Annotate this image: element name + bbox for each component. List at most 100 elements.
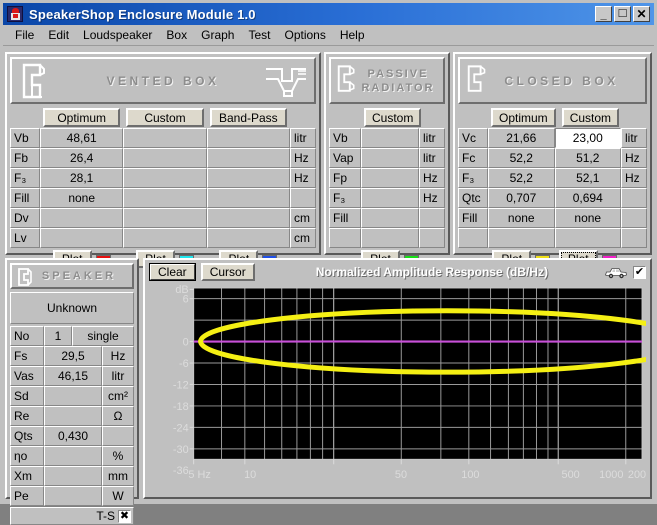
passive-fill-custom[interactable] [361, 208, 419, 228]
graph-toolbar: Clear Cursor Normalized Amplitude Respon… [145, 260, 650, 282]
vented-f3-bandpass[interactable] [207, 168, 290, 188]
table-row: Xm mm [10, 466, 134, 486]
car-mode-checkbox[interactable] [633, 266, 646, 279]
closed-fill-custom[interactable]: none [555, 208, 622, 228]
speaker-value-re[interactable] [44, 406, 102, 426]
speaker-value-xm[interactable] [44, 466, 102, 486]
closed-empty-optimum[interactable] [488, 228, 555, 248]
vented-fb-bandpass[interactable] [207, 148, 290, 168]
vented-box-icon [18, 63, 56, 101]
clear-button[interactable]: Clear [149, 263, 196, 281]
car-icon[interactable] [604, 266, 628, 279]
menu-item-graph[interactable]: Graph [194, 26, 241, 44]
passive-custom-button[interactable]: Custom [364, 108, 421, 127]
menu-item-edit[interactable]: Edit [41, 26, 76, 44]
vented-dv-optimum[interactable] [40, 208, 123, 228]
vented-f3-custom[interactable] [123, 168, 206, 188]
cursor-button[interactable]: Cursor [201, 263, 255, 281]
menu-item-file[interactable]: File [8, 26, 41, 44]
closed-custom-button[interactable]: Custom [562, 108, 619, 127]
vented-fill-optimum[interactable]: none [40, 188, 123, 208]
table-row [458, 228, 647, 248]
speaker-value-pe[interactable] [44, 486, 102, 506]
closed-fill-optimum[interactable]: none [488, 208, 555, 228]
closed-f3-optimum[interactable]: 52,2 [488, 168, 555, 188]
bandpass-schematic-icon [264, 65, 308, 99]
vented-optimum-button[interactable]: Optimum [43, 108, 120, 127]
svg-text:-6: -6 [179, 358, 189, 370]
table-row: F₃ 52,2 52,1 Hz [458, 168, 647, 188]
menu-item-help[interactable]: Help [333, 26, 372, 44]
speaker-value-fs[interactable]: 29,5 [44, 346, 102, 366]
vented-custom-button[interactable]: Custom [126, 108, 203, 127]
menu-item-test[interactable]: Test [241, 26, 277, 44]
speaker-name[interactable]: Unknown [10, 292, 134, 324]
closed-fc-optimum[interactable]: 52,2 [488, 148, 555, 168]
speaker-value-sd[interactable] [44, 386, 102, 406]
minimize-button[interactable]: _ [595, 6, 612, 22]
passive-f3-custom[interactable] [361, 188, 419, 208]
svg-text:2000: 2000 [628, 469, 646, 481]
vented-lv-optimum[interactable] [40, 228, 123, 248]
vented-vb-optimum[interactable]: 48,61 [40, 128, 123, 148]
enclosure-panels-row: VENTED BOX Optimum Custom Band-Pass [5, 52, 652, 255]
vented-lv-bandpass[interactable] [207, 228, 290, 248]
closed-f3-unit: Hz [621, 168, 647, 188]
vented-box-header: VENTED BOX [10, 57, 316, 104]
graph-plot-area[interactable]: dB 6 0 -6 -12 -18 -24 -30 -36 [149, 284, 646, 494]
ts-checkbox[interactable] [118, 510, 131, 523]
passive-empty-custom[interactable] [361, 228, 419, 248]
speaker-value-qts[interactable]: 0,430 [44, 426, 102, 446]
closed-optimum-button[interactable]: Optimum [491, 108, 556, 127]
menu-bar: File Edit Loudspeaker Box Graph Test Opt… [3, 25, 654, 46]
passive-row-label-f3: F₃ [329, 188, 361, 208]
speaker-unit-vas: litr [102, 366, 134, 386]
passive-f3-unit: Hz [419, 188, 445, 208]
table-row: Fc 52,2 51,2 Hz [458, 148, 647, 168]
closed-row-label-f3: F₃ [458, 168, 488, 188]
title-bar: SpeakerShop Enclosure Module 1.0 _ □ ✕ [3, 3, 654, 25]
window-title: SpeakerShop Enclosure Module 1.0 [27, 7, 595, 22]
table-row: F₃ 28,1 Hz [10, 168, 316, 188]
vented-fb-custom[interactable] [123, 148, 206, 168]
vented-fill-custom[interactable] [123, 188, 206, 208]
svg-text:6: 6 [183, 294, 189, 306]
vented-f3-optimum[interactable]: 28,1 [40, 168, 123, 188]
vented-vb-custom[interactable] [123, 128, 206, 148]
passive-radiator-icon [334, 64, 364, 94]
table-row: F₃ Hz [329, 188, 445, 208]
closed-qtc-custom[interactable]: 0,694 [555, 188, 622, 208]
speaker-config-value[interactable]: single [72, 326, 134, 346]
closed-vc-optimum[interactable]: 21,66 [488, 128, 555, 148]
speaker-no-value[interactable]: 1 [44, 326, 72, 346]
closed-f3-custom[interactable]: 52,1 [555, 168, 622, 188]
vented-bandpass-button[interactable]: Band-Pass [210, 108, 287, 127]
menu-item-options[interactable]: Options [277, 26, 332, 44]
closed-row-label-fill: Fill [458, 208, 488, 228]
closed-empty-custom[interactable] [555, 228, 622, 248]
passive-fp-custom[interactable] [361, 168, 419, 188]
closed-fc-custom[interactable]: 51,2 [555, 148, 622, 168]
passive-vb-custom[interactable] [361, 128, 419, 148]
response-chart[interactable]: dB 6 0 -6 -12 -18 -24 -30 -36 [149, 284, 646, 494]
table-row: Fs 29,5 Hz [10, 346, 134, 366]
closed-vc-custom-input[interactable]: 23,00 [555, 128, 622, 148]
maximize-button[interactable]: □ [614, 6, 631, 22]
passive-vap-custom[interactable] [361, 148, 419, 168]
vented-dv-custom[interactable] [123, 208, 206, 228]
table-row: Lv cm [10, 228, 316, 248]
vented-fb-optimum[interactable]: 26,4 [40, 148, 123, 168]
closed-qtc-optimum[interactable]: 0,707 [488, 188, 555, 208]
vented-fill-bandpass[interactable] [207, 188, 290, 208]
closed-box-panel: CLOSED BOX Optimum Custom Vc 21,66 23,00… [453, 52, 652, 255]
vented-dv-bandpass[interactable] [207, 208, 290, 228]
vented-lv-custom[interactable] [123, 228, 206, 248]
maximize-icon: □ [615, 6, 630, 20]
speaker-value-vas[interactable]: 46,15 [44, 366, 102, 386]
close-button[interactable]: ✕ [633, 6, 650, 22]
speaker-value-eta0[interactable] [44, 446, 102, 466]
vented-vb-bandpass[interactable] [207, 128, 290, 148]
menu-item-box[interactable]: Box [159, 26, 194, 44]
speaker-label-fs: Fs [10, 346, 44, 366]
menu-item-loudspeaker[interactable]: Loudspeaker [76, 26, 159, 44]
